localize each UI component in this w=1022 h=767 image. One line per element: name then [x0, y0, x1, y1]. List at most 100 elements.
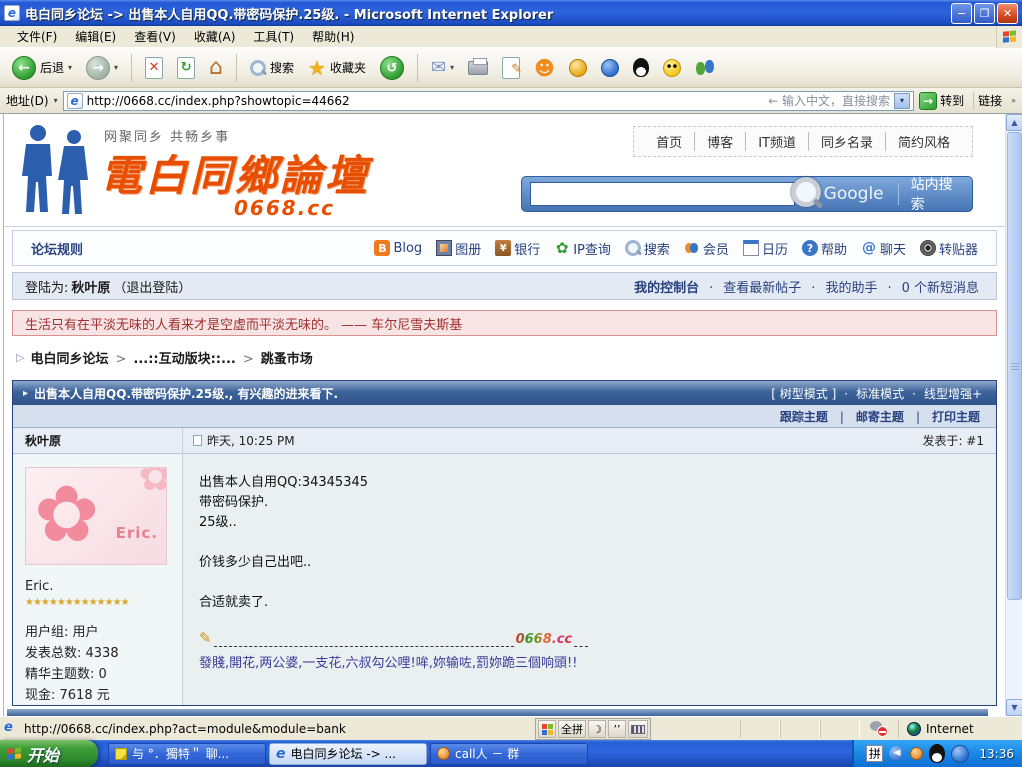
- my-controls-link[interactable]: 我的控制台: [629, 277, 704, 296]
- tool-help[interactable]: ?帮助: [802, 239, 847, 258]
- address-input[interactable]: e http://0668.cc/index.php?showtopic=446…: [63, 91, 914, 111]
- smiley-tool-button[interactable]: [659, 57, 685, 79]
- tool-album[interactable]: 图册: [436, 239, 481, 258]
- print-button[interactable]: [464, 59, 492, 77]
- user-links: 我的控制台 查看最新帖子 我的助手 0 个新短消息: [629, 277, 984, 296]
- forward-dropdown-icon[interactable]: ▾: [114, 63, 118, 72]
- favorites-button[interactable]: ★ 收藏夹: [304, 56, 370, 80]
- title-bar[interactable]: e 电白同乡论坛 -> 出售本人自用QQ.带密码保护.25级. - Micros…: [0, 0, 1022, 26]
- maximize-button[interactable]: ❐: [974, 3, 995, 24]
- search-button[interactable]: 搜索: [246, 57, 298, 78]
- status-pane: [740, 720, 780, 738]
- new-messages-link[interactable]: 0 个新短消息: [882, 277, 984, 296]
- logout-link[interactable]: （退出登陆）: [113, 277, 191, 296]
- address-dropdown-icon[interactable]: ▾: [894, 93, 910, 109]
- my-assistant-link[interactable]: 我的助手: [806, 277, 882, 296]
- menu-favorites[interactable]: 收藏(A): [185, 26, 245, 47]
- site-logo-title[interactable]: 電白同鄉論壇: [100, 142, 370, 203]
- email-topic-link[interactable]: 邮寄主题: [834, 408, 910, 425]
- page-viewport: 网聚同乡 共畅乡事 電白同鄉論壇 0668.cc 首页 博客 IT频道 同乡名录…: [0, 114, 1022, 716]
- nav-home[interactable]: 首页: [644, 132, 694, 151]
- vertical-scrollbar[interactable]: ▲ ▼: [1005, 114, 1022, 716]
- tool-ip-lookup[interactable]: ✿IP查询: [554, 239, 611, 258]
- minimize-button[interactable]: −: [951, 3, 972, 24]
- tool-search[interactable]: 搜索: [625, 239, 670, 258]
- track-topic-link[interactable]: 跟踪主题: [774, 408, 834, 425]
- tool-calendar[interactable]: 日历: [743, 239, 788, 258]
- crumb-board[interactable]: 跳蚤市场: [236, 348, 313, 367]
- post-author[interactable]: 秋叶原: [13, 428, 183, 453]
- tray-collapse-icon[interactable]: ◀: [889, 746, 904, 761]
- tree-mode-link[interactable]: [ 树型模式 ]: [767, 385, 840, 402]
- msn-button[interactable]: [691, 57, 719, 79]
- ime-fullwidth-icon[interactable]: ☽: [588, 720, 606, 738]
- search-input[interactable]: [530, 182, 795, 206]
- site-search-button[interactable]: 站内搜索: [911, 174, 964, 214]
- scroll-up-arrow[interactable]: ▲: [1006, 114, 1022, 131]
- address-url[interactable]: http://0668.cc/index.php?showtopic=44662: [87, 94, 765, 108]
- menu-file[interactable]: 文件(F): [8, 26, 66, 47]
- mail-button[interactable]: ✉▾: [427, 57, 458, 79]
- tool-chat[interactable]: @聊天: [861, 239, 906, 258]
- taskbar-clock: 13:36: [979, 747, 1014, 761]
- ime-keyboard-icon[interactable]: [628, 720, 648, 738]
- globe-tool-button[interactable]: [597, 57, 623, 79]
- history-button[interactable]: ↺: [376, 54, 408, 82]
- tray-ime-indicator[interactable]: 拼: [866, 745, 883, 762]
- nav-it-channel[interactable]: IT频道: [745, 132, 808, 151]
- history-icon: ↺: [380, 56, 404, 80]
- home-button[interactable]: ⌂: [205, 55, 227, 81]
- back-dropdown-icon[interactable]: ▾: [68, 63, 72, 72]
- user-stats: 用户组: 用户 发表总数: 4338 精华主题数: 0 现金: 7618 元 存…: [25, 622, 182, 705]
- ime-punct-button[interactable]: ’’: [608, 720, 626, 738]
- tray-qq-penguin-icon[interactable]: [929, 744, 945, 763]
- back-button[interactable]: ← 后退 ▾: [8, 54, 76, 82]
- ime-input-icon[interactable]: [538, 720, 556, 738]
- menu-edit[interactable]: 编辑(E): [66, 26, 125, 47]
- messenger-button[interactable]: ☻: [530, 56, 559, 80]
- standard-mode-link[interactable]: 标准模式: [840, 385, 908, 402]
- forum-rules-link[interactable]: 论坛规则: [31, 239, 83, 258]
- crumb-section[interactable]: ...::互动版块::...: [108, 348, 235, 367]
- menu-help[interactable]: 帮助(H): [303, 26, 363, 47]
- post-number[interactable]: 发表于: #1: [922, 432, 996, 449]
- task-qq-chat[interactable]: 与 °．獨特＂ 聊...: [108, 743, 266, 765]
- address-label-caret[interactable]: ▾: [54, 96, 58, 105]
- print-topic-link[interactable]: 打印主题: [910, 408, 986, 425]
- linear-mode-link[interactable]: 线型增强+: [908, 385, 986, 402]
- ime-language-bar[interactable]: 全拼 ☽ ’’: [535, 718, 651, 740]
- tool-members[interactable]: 会员: [684, 239, 729, 258]
- refresh-button[interactable]: ↻: [173, 55, 199, 81]
- qq-button[interactable]: [629, 56, 653, 79]
- gold-tool-button[interactable]: [565, 57, 591, 79]
- close-button[interactable]: ✕: [997, 3, 1018, 24]
- new-posts-link[interactable]: 查看最新帖子: [704, 277, 806, 296]
- google-search-button[interactable]: Google: [824, 184, 884, 204]
- status-pane: [820, 720, 860, 738]
- stop-button[interactable]: ✕: [141, 55, 167, 81]
- tray-qq-face-icon[interactable]: [910, 747, 923, 760]
- links-label[interactable]: 链接: [973, 92, 1006, 109]
- login-username[interactable]: 秋叶原: [71, 277, 110, 296]
- note-icon: [115, 748, 127, 760]
- tool-blog[interactable]: BBlog: [374, 240, 422, 256]
- go-button[interactable]: → 转到: [919, 92, 964, 110]
- tray-blue-app-icon[interactable]: [951, 745, 969, 763]
- menu-view[interactable]: 查看(V): [125, 26, 185, 47]
- start-button[interactable]: 开始: [0, 740, 98, 767]
- task-qq-group[interactable]: call人 － 群: [430, 743, 588, 765]
- nav-directory[interactable]: 同乡名录: [808, 132, 885, 151]
- nav-simple-style[interactable]: 简约风格: [885, 132, 962, 151]
- forward-button[interactable]: → ▾: [82, 54, 122, 82]
- task-ie-forum[interactable]: e 电白同乡论坛 -> ...: [269, 743, 427, 765]
- tool-bank[interactable]: ¥银行: [495, 239, 540, 258]
- links-chevron-icon[interactable]: »: [1011, 96, 1016, 105]
- scrollbar-thumb[interactable]: [1007, 132, 1022, 600]
- scroll-down-arrow[interactable]: ▼: [1006, 699, 1022, 716]
- menu-tools[interactable]: 工具(T): [244, 26, 303, 47]
- ime-mode-button[interactable]: 全拼: [558, 720, 586, 738]
- edit-button[interactable]: ✎: [498, 55, 524, 81]
- nav-blog[interactable]: 博客: [694, 132, 745, 151]
- crumb-forum[interactable]: 电白同乡论坛: [30, 348, 108, 367]
- tool-repost[interactable]: 转贴器: [920, 239, 978, 258]
